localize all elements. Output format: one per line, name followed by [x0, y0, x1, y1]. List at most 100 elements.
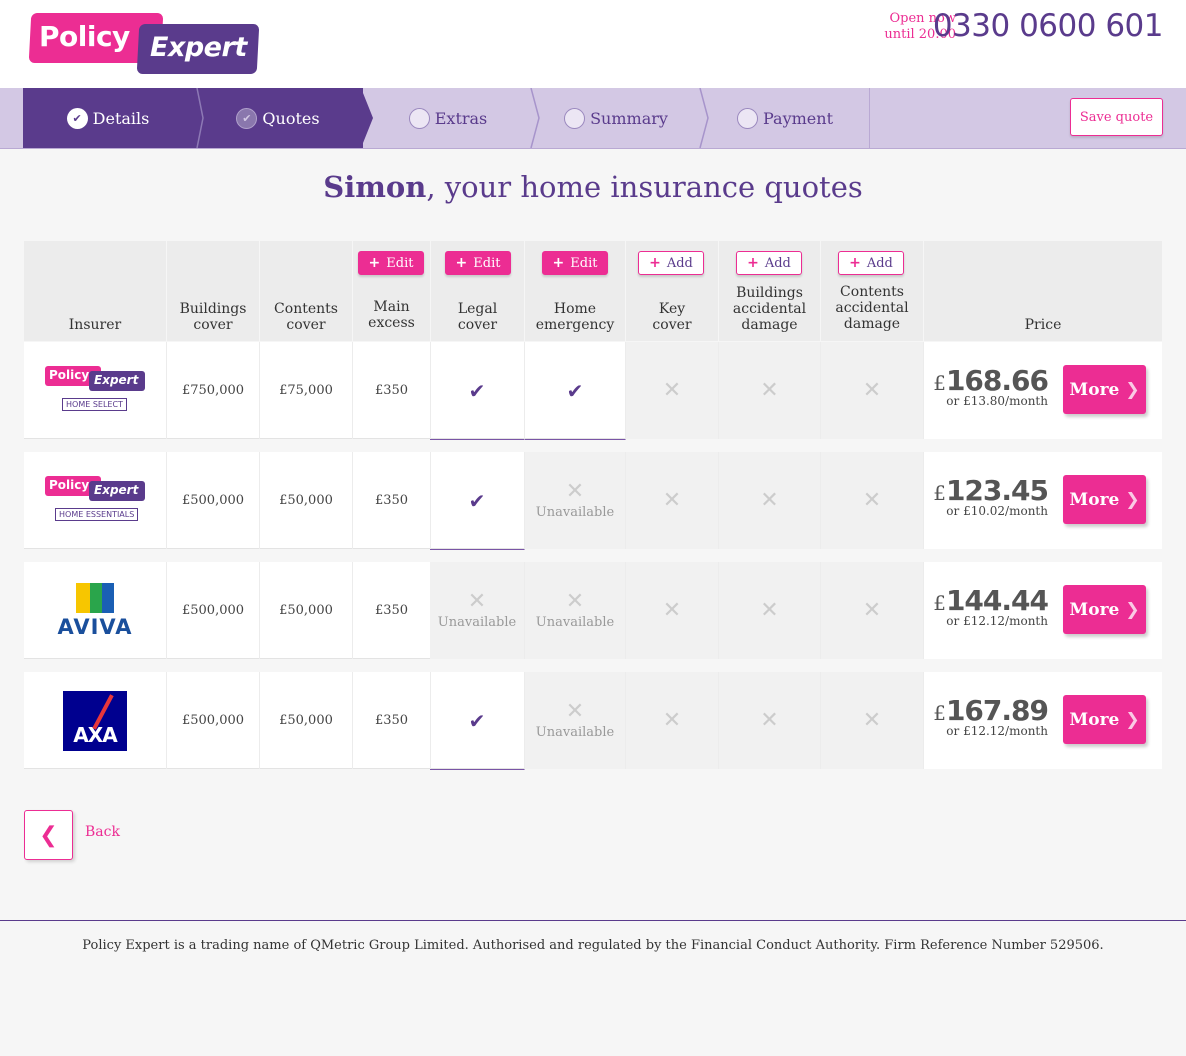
circle-icon: [408, 107, 430, 129]
col-buildings-accidental-damage: + Add Buildings accidental damage: [719, 241, 821, 341]
site-header: Policy Expert Open now until 20.00 0330 …: [0, 0, 1186, 88]
col-label: Home emergency: [535, 301, 615, 333]
price-cell: £167.89 or £12.12/month More ❯: [924, 672, 1162, 769]
monthly-price: or £13.80/month: [946, 394, 1048, 408]
policy-expert-logo[interactable]: Policy Expert: [28, 10, 260, 78]
step-separator-icon: [361, 88, 373, 148]
annual-price: £144.44 or £12.12/month: [933, 584, 1049, 628]
more-button[interactable]: More ❯: [1063, 475, 1146, 524]
col-key-cover: + Add Key cover: [626, 241, 719, 341]
progress-steps: ✔ Details ✔ Quotes Extras Summary Paymen…: [23, 88, 869, 148]
cross-icon: ✕: [862, 378, 882, 403]
contents-accidental-damage-cell: ✕: [821, 342, 924, 439]
plus-icon: +: [849, 255, 861, 271]
col-main-excess: + Edit Main excess: [353, 241, 431, 341]
col-contents-cover: Contents cover: [260, 241, 353, 341]
insurer-cell: AXA: [24, 672, 167, 769]
customer-name: Simon: [323, 170, 427, 204]
step-extras[interactable]: Extras: [363, 88, 533, 148]
logo-tag: HOME ESSENTIALS: [55, 507, 139, 521]
step-divider: [869, 88, 870, 148]
contents-accidental-damage-cell: ✕: [821, 672, 924, 769]
progress-steps-bar: ✔ Details ✔ Quotes Extras Summary Paymen…: [0, 88, 1186, 149]
step-label: Details: [92, 108, 150, 128]
chevron-left-icon: ❮: [39, 822, 58, 848]
col-buildings-cover: Buildings cover: [167, 241, 260, 341]
contents-cover-value: £75,000: [260, 342, 353, 439]
cross-icon: ✕: [565, 699, 585, 724]
insurer-cell: Policy Expert HOME SELECT: [24, 342, 167, 439]
more-button[interactable]: More ❯: [1063, 695, 1146, 744]
contents-accidental-damage-cell: ✕: [821, 562, 924, 659]
check-icon: ✔: [566, 378, 584, 403]
unavailable-label: Unavailable: [437, 615, 517, 630]
logo-tag: HOME SELECT: [62, 397, 127, 411]
more-button[interactable]: More ❯: [1063, 365, 1146, 414]
check-icon: ✔: [66, 107, 88, 129]
cross-icon: ✕: [662, 598, 682, 623]
legal-cover-cell: ✔: [430, 452, 525, 550]
edit-legal-cover-button[interactable]: + Edit: [445, 251, 511, 275]
buildings-accidental-damage-cell: ✕: [719, 452, 821, 549]
cross-icon: ✕: [760, 488, 779, 513]
quote-row: Policy Expert HOME ESSENTIALS £500,000 £5…: [24, 452, 1162, 550]
edit-home-emergency-button[interactable]: + Edit: [542, 251, 608, 275]
home-emergency-cell: ✕ Unavailable: [525, 452, 626, 549]
buildings-cover-value: £500,000: [167, 672, 260, 769]
monthly-price: or £10.02/month: [946, 504, 1048, 518]
chevron-right-icon: ❯: [1125, 489, 1140, 510]
logo-word-policy: Policy: [39, 20, 130, 53]
annual-price: £168.66 or £13.80/month: [933, 364, 1049, 408]
main-excess-value: £350: [353, 342, 431, 439]
more-button[interactable]: More ❯: [1063, 585, 1146, 634]
back-button[interactable]: ❮: [24, 810, 73, 860]
circle-icon: [564, 107, 586, 129]
cross-icon: ✕: [862, 598, 882, 623]
add-buildings-accidental-damage-button[interactable]: + Add: [736, 251, 802, 275]
cross-icon: ✕: [565, 479, 585, 504]
policy-expert-home-select-logo: Policy Expert HOME SELECT: [45, 365, 145, 416]
logo-word-expert: Expert: [150, 32, 247, 63]
footer-legal-text: Policy Expert is a trading name of QMetr…: [82, 938, 1104, 953]
step-summary[interactable]: Summary: [531, 88, 701, 148]
main-excess-value: £350: [353, 562, 431, 659]
edit-excess-button[interactable]: + Edit: [358, 251, 424, 275]
cross-icon: ✕: [862, 708, 882, 733]
contents-cover-value: £50,000: [260, 562, 353, 659]
step-label: Quotes: [262, 108, 320, 128]
col-contents-accidental-damage: + Add Contents accidental damage: [821, 241, 924, 341]
plus-icon: +: [368, 255, 381, 271]
quote-row: AXA £500,000 £50,000 £350 ✔ ✕ Unavailable…: [24, 672, 1162, 770]
annual-price: £167.89 or £12.12/month: [933, 694, 1049, 738]
add-key-cover-button[interactable]: + Add: [638, 251, 704, 275]
cross-icon: ✕: [662, 488, 682, 513]
cross-icon: ✕: [662, 378, 682, 403]
cross-icon: ✕: [760, 708, 779, 733]
key-cover-cell: ✕: [626, 452, 719, 549]
col-legal-cover: + Edit Legal cover: [431, 241, 525, 341]
col-insurer: Insurer: [24, 241, 167, 341]
plus-icon: +: [552, 255, 565, 271]
step-label: Payment: [763, 108, 833, 128]
step-details[interactable]: ✔ Details: [23, 88, 193, 148]
axa-logo: AXA: [63, 690, 127, 751]
step-separator-icon: [530, 88, 540, 148]
back-link[interactable]: Back: [85, 824, 120, 840]
add-contents-accidental-damage-button[interactable]: + Add: [838, 251, 904, 275]
insurer-cell: Policy Expert HOME ESSENTIALS: [24, 452, 167, 549]
phone-number[interactable]: 0330 0600 601: [933, 8, 1164, 44]
step-quotes[interactable]: ✔ Quotes: [193, 88, 363, 148]
col-label: Contents accidental damage: [835, 284, 909, 332]
chevron-right-icon: ❯: [1125, 379, 1140, 400]
cross-icon: ✕: [760, 378, 779, 403]
unavailable-label: Unavailable: [535, 505, 615, 520]
home-emergency-cell: ✔: [525, 342, 626, 440]
price-cell: £168.66 or £13.80/month More ❯: [924, 342, 1162, 439]
buildings-cover-value: £500,000: [167, 452, 260, 549]
contents-accidental-damage-cell: ✕: [821, 452, 924, 549]
step-payment[interactable]: Payment: [701, 88, 869, 148]
page-title: Simon, your home insurance quotes: [0, 170, 1186, 204]
legal-cover-cell: ✔: [430, 342, 525, 440]
monthly-price: or £12.12/month: [946, 614, 1048, 628]
save-quote-button[interactable]: Save quote: [1070, 98, 1163, 136]
